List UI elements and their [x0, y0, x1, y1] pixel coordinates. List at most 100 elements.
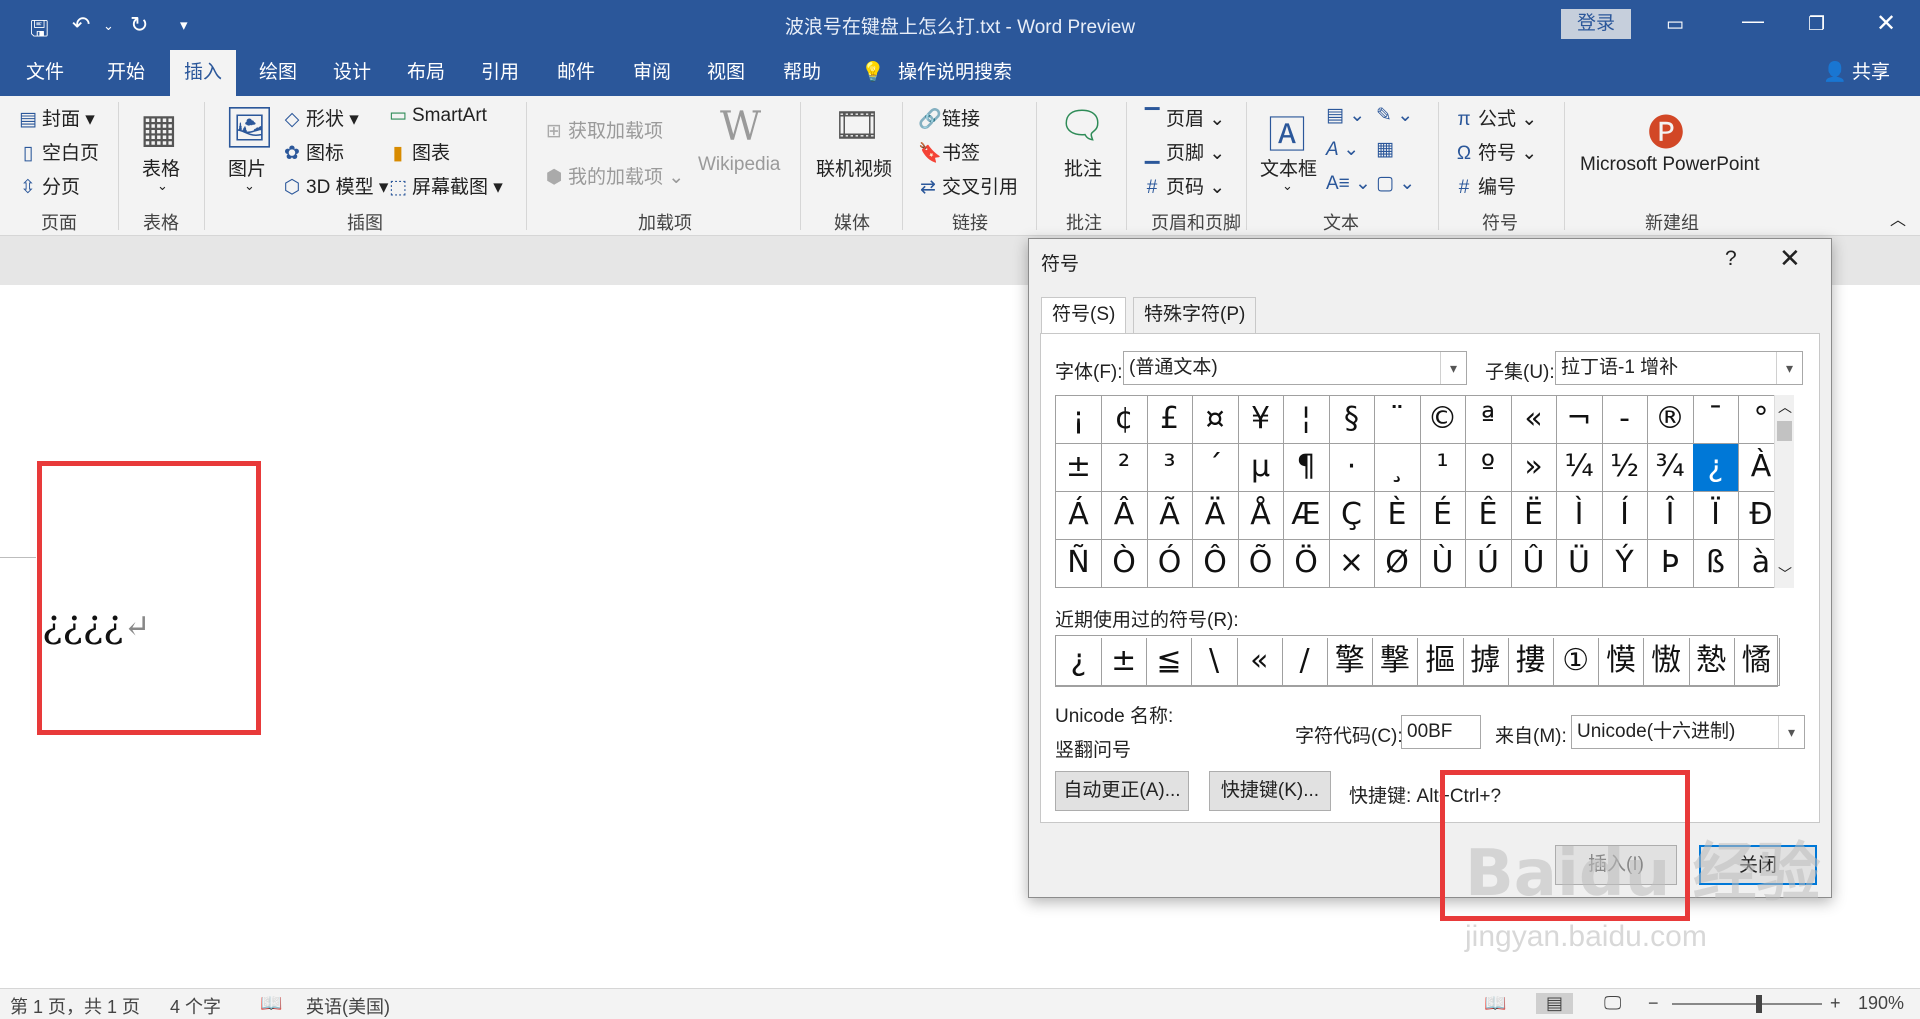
tab-references[interactable]: 引用 [472, 50, 528, 96]
recent-symbol-cell[interactable]: 撃 [1372, 638, 1419, 686]
char-code-input[interactable]: 00BF [1401, 715, 1481, 749]
symbol-cell[interactable]: Á [1056, 492, 1102, 540]
restore-icon[interactable]: ❐ [1808, 13, 1825, 36]
symbol-cell[interactable]: Ò [1101, 540, 1148, 588]
tab-home[interactable]: 开始 [96, 50, 156, 96]
symbol-cell[interactable]: © [1420, 396, 1466, 444]
symbol-cell[interactable]: Õ [1238, 540, 1284, 588]
symbol-cell[interactable]: É [1420, 492, 1466, 540]
symbol-cell[interactable]: Â [1101, 492, 1148, 540]
recent-symbol-cell[interactable]: 慹 [1688, 638, 1735, 686]
symbol-cell[interactable]: × [1329, 540, 1375, 588]
dialog-close-icon[interactable]: ✕ [1779, 243, 1801, 274]
symbol-cell[interactable]: ´ [1192, 444, 1239, 492]
symbol-button[interactable]: Ω 符号 ⌄ [1454, 138, 1537, 165]
recent-symbol-cell[interactable]: 摳 [1417, 638, 1464, 686]
symbol-cell[interactable]: È [1374, 492, 1421, 540]
symbol-cell[interactable]: ¦ [1283, 396, 1330, 444]
my-addins-button[interactable]: ⬢ 我的加载项 ⌄ [544, 162, 685, 189]
bookmark-button[interactable]: 🔖书签 [918, 138, 980, 165]
cover-page-button[interactable]: ▤ 封面 ▾ [18, 104, 95, 131]
share-button[interactable]: 👤 共享 [1823, 50, 1890, 96]
symbol-cell[interactable]: ß [1693, 540, 1739, 588]
get-addins-button[interactable]: ⊞ 获取加载项 [544, 116, 663, 143]
symbol-cell[interactable]: ¤ [1192, 396, 1239, 444]
help-icon[interactable]: ? [1725, 247, 1737, 271]
wikipedia-icon[interactable]: W [720, 104, 761, 150]
from-select[interactable]: Unicode(十六进制) ▾ [1571, 715, 1805, 749]
recent-symbol-cell[interactable]: \ [1191, 638, 1238, 686]
symbol-cell[interactable]: ¡ [1056, 396, 1102, 444]
symbol-cell[interactable]: Æ [1283, 492, 1330, 540]
font-select[interactable]: (普通文本) ▾ [1123, 351, 1467, 385]
zoom-out-icon[interactable]: − [1648, 993, 1659, 1014]
symbol-cell[interactable]: º [1465, 444, 1512, 492]
tab-special-characters[interactable]: 特殊字符(P) [1133, 297, 1257, 333]
symbol-cell[interactable]: ® [1647, 396, 1694, 444]
symbol-cell[interactable]: ¶ [1283, 444, 1330, 492]
symbol-cell[interactable]: Ô [1192, 540, 1239, 588]
tab-review[interactable]: 审阅 [624, 50, 680, 96]
scroll-thumb[interactable] [1777, 421, 1792, 441]
tab-help[interactable]: 帮助 [774, 50, 830, 96]
zoom-level[interactable]: 190% [1858, 993, 1904, 1014]
recent-symbol-cell[interactable]: 摢 [1462, 638, 1509, 686]
tab-mailings[interactable]: 邮件 [548, 50, 604, 96]
symbol-cell[interactable]: Þ [1647, 540, 1694, 588]
recent-symbol-cell[interactable]: ≦ [1146, 638, 1193, 686]
symbol-cell[interactable]: Î [1647, 492, 1694, 540]
symbol-cell[interactable]: ¬ [1556, 396, 1603, 444]
tab-view[interactable]: 视图 [698, 50, 754, 96]
recent-symbol-cell[interactable]: « [1236, 638, 1283, 686]
table-icon[interactable]: ▦ [140, 106, 178, 152]
close-window-icon[interactable]: ✕ [1876, 9, 1896, 38]
symbol-cell[interactable]: ¯ [1693, 396, 1739, 444]
recent-symbol-cell[interactable]: 擎 [1327, 638, 1374, 686]
symbol-cell[interactable]: § [1329, 396, 1375, 444]
screenshot-button[interactable]: ⬚ 屏幕截图 ▾ [388, 172, 503, 199]
symbol-cell[interactable]: · [1329, 444, 1375, 492]
table-button[interactable]: 表格 [142, 154, 180, 181]
cross-reference-button[interactable]: ⇄ 交叉引用 [918, 172, 1018, 199]
numbering-button[interactable]: # 编号 [1454, 172, 1516, 199]
zoom-slider-thumb[interactable] [1756, 995, 1762, 1013]
symbol-cell[interactable]: µ [1238, 444, 1284, 492]
textbox-dropdown-icon[interactable]: ⌄ [1282, 178, 1293, 194]
online-video-icon[interactable]: 🎞 [833, 104, 881, 148]
symbol-cell[interactable]: £ [1147, 396, 1193, 444]
object-icon[interactable]: ▢ ⌄ [1376, 172, 1415, 195]
symbol-cell[interactable]: Ã [1147, 492, 1193, 540]
scroll-down-icon[interactable]: ﹀ [1778, 564, 1792, 584]
symbol-cell[interactable]: Ï [1693, 492, 1739, 540]
symbol-cell[interactable]: ¥ [1238, 396, 1284, 444]
symbol-cell[interactable]: - [1602, 396, 1648, 444]
symbol-cell[interactable]: Å [1238, 492, 1284, 540]
symbol-cell[interactable]: ¹ [1420, 444, 1466, 492]
chevron-down-icon[interactable]: ▾ [1778, 716, 1804, 748]
subset-select[interactable]: 拉丁语-1 增补 ▾ [1555, 351, 1803, 385]
symbol-cell[interactable]: Í [1602, 492, 1648, 540]
symbol-cell[interactable]: Ø [1374, 540, 1421, 588]
page-number-button[interactable]: # 页码 ⌄ [1142, 172, 1226, 199]
symbol-cell[interactable]: Û [1511, 540, 1557, 588]
powerpoint-button[interactable]: Microsoft PowerPoint [1580, 154, 1760, 176]
signature-line-icon[interactable]: ✎ ⌄ [1376, 104, 1413, 127]
minimize-icon[interactable]: — [1742, 8, 1764, 34]
tab-symbols[interactable]: 符号(S) [1041, 297, 1127, 333]
pictures-icon[interactable]: 🖼 [224, 104, 275, 151]
symbol-cell[interactable]: « [1511, 396, 1557, 444]
shortcut-key-button[interactable]: 快捷键(K)... [1209, 771, 1331, 811]
scroll-up-icon[interactable]: ︿ [1778, 397, 1792, 417]
date-time-icon[interactable]: ▦ [1376, 138, 1394, 161]
symbol-cell[interactable]: ¾ [1647, 444, 1694, 492]
word-count[interactable]: 4 个字 [170, 993, 221, 1019]
comment-icon[interactable]: 🗨 [1058, 104, 1106, 148]
blank-page-button[interactable]: ▯ 空白页 [18, 138, 99, 165]
zoom-slider[interactable] [1672, 1003, 1822, 1005]
chevron-down-icon[interactable]: ▾ [1776, 352, 1802, 384]
symbol-cell[interactable]: Ë [1511, 492, 1557, 540]
grid-scrollbar[interactable]: ︿ ﹀ [1774, 395, 1794, 588]
tab-layout[interactable]: 布局 [398, 50, 454, 96]
header-button[interactable]: ▔ 页眉 ⌄ [1142, 104, 1226, 131]
tab-insert[interactable]: 插入 [170, 50, 236, 96]
